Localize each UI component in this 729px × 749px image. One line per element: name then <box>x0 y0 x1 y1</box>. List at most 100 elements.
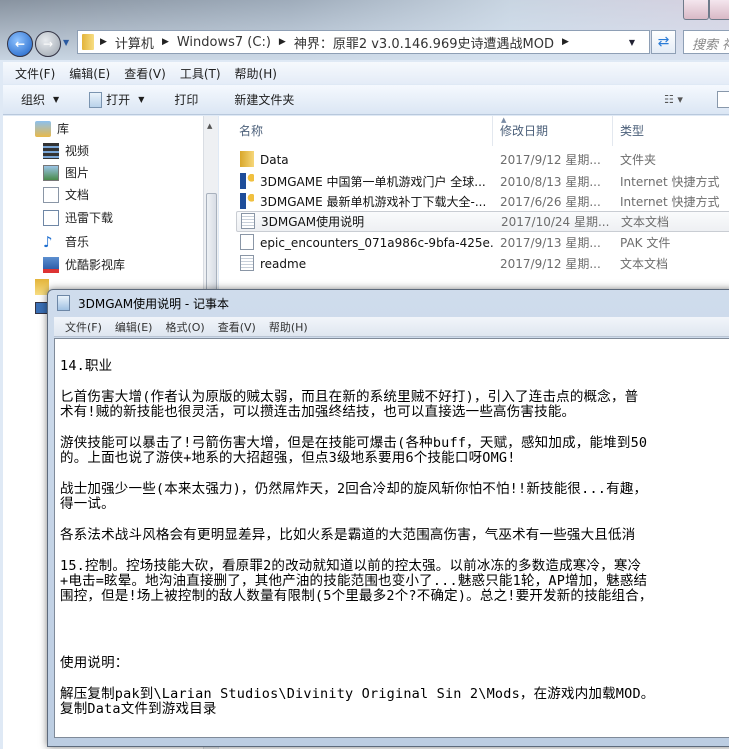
menu-edit[interactable]: 编辑(E) <box>113 319 155 335</box>
file-name: 3DMGAM使用说明 <box>261 215 365 229</box>
text-line: 各系法术战斗风格会有更明显差异，比如火系是霸道的大范围高伤害，气巫术有一些强大且… <box>60 527 636 543</box>
nav-item-pictures[interactable]: 图片 <box>43 164 89 181</box>
breadcrumb-separator-icon: ▶ <box>161 37 169 47</box>
text-line: 14.职业 <box>60 358 113 374</box>
open-button[interactable]: 打开 ▼ <box>89 91 144 108</box>
menu-view[interactable]: 查看(V) <box>122 65 168 82</box>
text-line: 得一试。 <box>60 496 115 512</box>
nav-item-youku[interactable]: 优酷影视库 <box>43 256 125 273</box>
address-history-dropdown-icon[interactable]: ▼ <box>629 38 635 47</box>
new-folder-button[interactable]: 新建文件夹 <box>234 91 294 108</box>
file-date: 2017/9/12 星期... <box>500 153 601 167</box>
refresh-button[interactable]: ⇄ <box>651 30 676 54</box>
file-type: Internet 快捷方式 <box>620 175 720 189</box>
file-type: Internet 快捷方式 <box>620 195 720 209</box>
organize-button[interactable]: 组织 ▼ <box>21 91 59 108</box>
maximize-button[interactable] <box>709 0 729 20</box>
shortcut-icon <box>240 193 254 209</box>
search-input[interactable]: 搜索 神 <box>683 30 729 54</box>
file-date: 2017/6/26 星期... <box>500 195 601 209</box>
file-row[interactable]: readme 2017/9/12 星期... 文本文档 <box>236 253 729 274</box>
address-bar[interactable]: ▶ 计算机 ▶ Windows7 (C:) ▶ 神界：原罪2 v3.0.146.… <box>77 30 650 54</box>
text-file-icon <box>240 255 254 271</box>
download-icon <box>43 209 59 226</box>
menu-edit[interactable]: 编辑(E) <box>67 65 112 82</box>
nav-item-music[interactable]: ♪ 音乐 <box>43 233 89 250</box>
file-row-selected[interactable]: 3DMGAM使用说明 2017/10/24 星期... 文本文档 <box>236 211 729 232</box>
youku-icon <box>43 256 59 273</box>
file-date: 2017/9/12 星期... <box>500 257 601 271</box>
nav-label: 音乐 <box>65 235 90 249</box>
nav-item-video[interactable]: 视频 <box>43 142 89 159</box>
minimize-button[interactable] <box>683 0 709 20</box>
nav-item-xunlei-download[interactable]: 迅雷下载 <box>43 209 113 226</box>
print-button[interactable]: 打印 <box>174 91 198 108</box>
file-type: 文本文档 <box>621 215 670 229</box>
menu-help[interactable]: 帮助(H) <box>267 319 310 335</box>
nav-item-library[interactable]: 库 <box>35 120 69 137</box>
breadcrumb-computer[interactable]: 计算机 <box>115 33 154 52</box>
recent-pages-dropdown-icon[interactable]: ▼ <box>63 38 69 47</box>
menu-view[interactable]: 查看(V) <box>216 319 258 335</box>
menu-file[interactable]: 文件(F) <box>13 65 57 82</box>
file-row[interactable]: 3DMGAME 中国第一单机游戏门户 全球... 2010/8/13 星期... I… <box>236 171 729 192</box>
column-divider[interactable] <box>492 116 493 146</box>
text-line: 游侠技能可以暴击了!弓箭伤害大增，但是在技能可爆击(各种buff，天赋，感知加成… <box>60 435 648 451</box>
menu-help[interactable]: 帮助(H) <box>233 65 279 82</box>
folder-icon <box>82 34 94 50</box>
menu-file[interactable]: 文件(F) <box>63 319 104 335</box>
notepad-icon <box>89 91 103 108</box>
preview-pane-icon[interactable] <box>717 91 729 108</box>
notepad-window: 3DMGAM使用说明 - 记事本 文件(F) 编辑(E) 格式(O) 查看(V)… <box>47 289 729 747</box>
breadcrumb-drive[interactable]: Windows7 (C:) <box>177 35 271 50</box>
column-header-date[interactable]: 修改日期 <box>500 122 548 139</box>
menu-format[interactable]: 格式(O) <box>163 319 206 335</box>
text-line: 使用说明： <box>60 655 129 671</box>
file-name: 3DMGAME 最新单机游戏补丁下载大全-... <box>260 195 487 209</box>
text-line: 15.控制。控场技能大砍，看原罪2的改动就知道以前的控太强。以前冰冻的多数造成寒… <box>60 558 642 574</box>
column-header-name[interactable]: 名称 <box>239 122 263 139</box>
chevron-down-icon: ▼ <box>53 95 60 104</box>
open-label: 打开 <box>106 93 131 107</box>
menu-tools[interactable]: 工具(T) <box>178 65 223 82</box>
scroll-up-icon[interactable]: ▲ <box>207 122 212 130</box>
chevron-down-icon: ▼ <box>138 95 145 104</box>
nav-item-documents[interactable]: 文档 <box>43 186 89 203</box>
documents-icon <box>43 186 59 203</box>
column-header-type[interactable]: 类型 <box>620 122 644 139</box>
file-row[interactable]: epic_encounters_071a986c-9bfa-425e... 201… <box>236 232 729 253</box>
music-icon: ♪ <box>43 232 53 251</box>
breadcrumb-separator-icon: ▶ <box>561 37 569 47</box>
breadcrumb-separator-icon: ▶ <box>278 37 286 47</box>
file-icon <box>240 234 254 250</box>
file-row[interactable]: 3DMGAME 最新单机游戏补丁下载大全-... 2017/6/26 星期... I… <box>236 191 729 212</box>
file-name: epic_encounters_071a986c-9bfa-425e... <box>260 235 495 250</box>
view-options-icon[interactable]: ☷ ▾ <box>664 93 683 106</box>
file-type: 文件夹 <box>620 153 657 167</box>
nav-label: 库 <box>57 122 70 136</box>
notepad-menu-bar: 文件(F) 编辑(E) 格式(O) 查看(V) 帮助(H) <box>54 317 729 337</box>
text-line: 的。上面也说了游侠+地系的大招超强，但点3级地系要用6个技能口呀OMG! <box>60 450 516 466</box>
nav-label: 视频 <box>65 144 90 158</box>
breadcrumb-folder[interactable]: 神界：原罪2 v3.0.146.969史诗遭遇战MOD <box>294 33 554 52</box>
text-line: 解压复制pak到\Larian Studios\Divinity Origina… <box>60 686 655 702</box>
text-line: 复制Data文件到游戏目录 <box>60 701 217 717</box>
new-folder-label: 新建文件夹 <box>234 93 295 107</box>
explorer-toolbar: 组织 ▼ 打开 ▼ 打印 新建文件夹 ☷ ▾ <box>3 85 729 115</box>
organize-label: 组织 <box>21 93 46 107</box>
text-line: +电击=眩晕。地沟油直接删了，其他产油的技能范围也变小了...魅惑只能1轮，AP… <box>60 573 648 589</box>
library-icon <box>35 120 51 137</box>
nav-label: 图片 <box>65 166 90 180</box>
forward-arrow-icon[interactable]: → <box>35 31 61 57</box>
file-row[interactable]: Data 2017/9/12 星期... 文件夹 <box>236 149 729 170</box>
notepad-icon <box>57 295 70 311</box>
breadcrumb-separator-icon: ▶ <box>100 37 107 47</box>
notepad-text-area[interactable]: 14.职业 匕首伤害大增(作者认为原版的贼太弱，而且在新的系统里贼不好打)，引入… <box>54 338 729 738</box>
nav-label: 文档 <box>65 188 90 202</box>
nav-label: 优酷影视库 <box>65 258 126 272</box>
back-arrow-icon[interactable]: ← <box>7 31 33 57</box>
video-icon <box>43 142 59 159</box>
column-divider[interactable] <box>612 116 613 146</box>
shortcut-icon <box>240 173 254 189</box>
file-date: 2010/8/13 星期... <box>500 175 601 189</box>
